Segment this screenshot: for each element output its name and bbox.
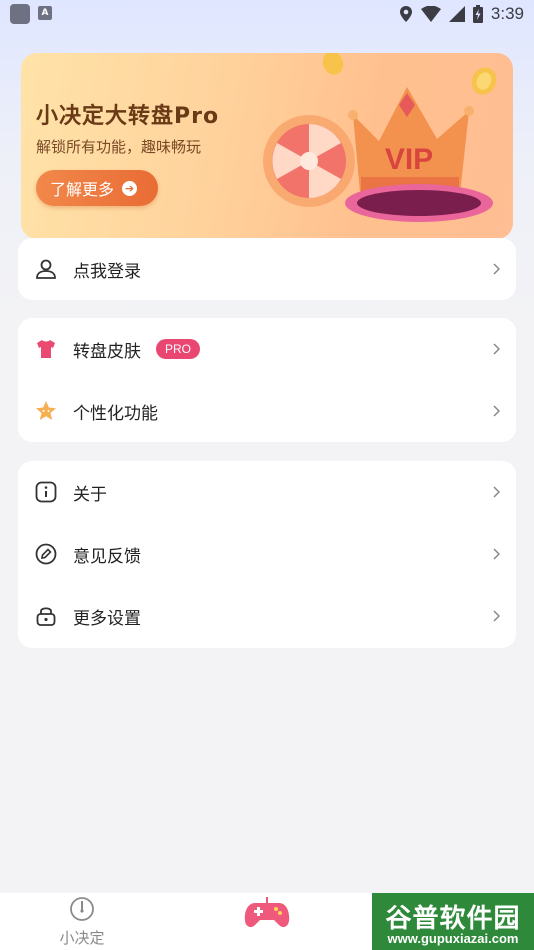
menu-item-feedback-label: 意见反馈 (73, 546, 141, 567)
lock-icon (36, 607, 56, 626)
watermark: 谷普软件园 www.gupuxiazai.com (372, 893, 534, 950)
app-notification-icon: A (38, 6, 52, 20)
gamepad-icon (244, 897, 290, 928)
menu-item-skin-label: 转盘皮肤 (73, 341, 141, 362)
star-icon (36, 401, 56, 420)
nav-item-game[interactable] (243, 893, 291, 943)
chevron-right-icon (493, 343, 500, 355)
clock: 3:39 (490, 4, 524, 23)
cellular-icon (448, 6, 465, 22)
battery-icon (472, 5, 483, 23)
menu-item-feedback[interactable]: 意见反馈 (18, 523, 516, 585)
arrow-right-icon: ➔ (122, 180, 138, 196)
vip-banner[interactable]: 小决定大转盘Pro 解锁所有功能，趣味畅玩 了解更多 ➔ VIP (21, 53, 513, 239)
features-card: 转盘皮肤 PRO 个性化功能 (18, 318, 516, 442)
chevron-right-icon (493, 405, 500, 417)
menu-item-more-settings-label: 更多设置 (73, 608, 141, 629)
vip-art-text: VIP (385, 143, 433, 176)
login-card: 点我登录 (18, 238, 516, 300)
menu-item-about-label: 关于 (73, 484, 107, 505)
menu-item-about[interactable]: 关于 (18, 461, 516, 523)
watermark-title: 谷普软件园 (385, 904, 521, 934)
user-icon (36, 259, 56, 279)
pro-badge: PRO (156, 339, 201, 359)
learn-more-label: 了解更多 (50, 180, 115, 199)
status-bar: A 3:39 (0, 0, 534, 30)
login-label: 点我登录 (73, 261, 141, 282)
vip-crown-illustration: VIP (263, 53, 497, 222)
compass-icon (70, 897, 94, 921)
vip-title: 小决定大转盘Pro (36, 104, 220, 129)
menu-item-more-settings[interactable]: 更多设置 (18, 585, 516, 647)
watermark-url: www.gupuxiazai.com (387, 931, 519, 946)
menu-item-skin[interactable]: 转盘皮肤 PRO (18, 318, 516, 380)
location-icon (399, 6, 412, 22)
nav-item-decide[interactable]: 小决定 (50, 893, 114, 950)
nav-item-decide-label: 小决定 (59, 929, 105, 947)
edit-icon (35, 543, 57, 565)
status-icons: 3:39 (399, 3, 524, 25)
vip-subtitle: 解锁所有功能，趣味畅玩 (36, 138, 202, 156)
chevron-right-icon (493, 610, 500, 622)
learn-more-button[interactable]: 了解更多 ➔ (36, 170, 158, 206)
menu-item-personalize[interactable]: 个性化功能 (18, 380, 516, 442)
notification-icon (10, 4, 30, 24)
chevron-right-icon (493, 486, 500, 498)
tshirt-icon (37, 340, 55, 358)
settings-card: 关于 意见反馈 更多设置 (18, 461, 516, 648)
info-icon (35, 481, 57, 503)
chevron-right-icon (493, 263, 500, 275)
wifi-icon (420, 6, 441, 22)
chevron-right-icon (493, 548, 500, 560)
menu-item-personalize-label: 个性化功能 (73, 403, 158, 424)
login-row[interactable]: 点我登录 (18, 238, 516, 300)
